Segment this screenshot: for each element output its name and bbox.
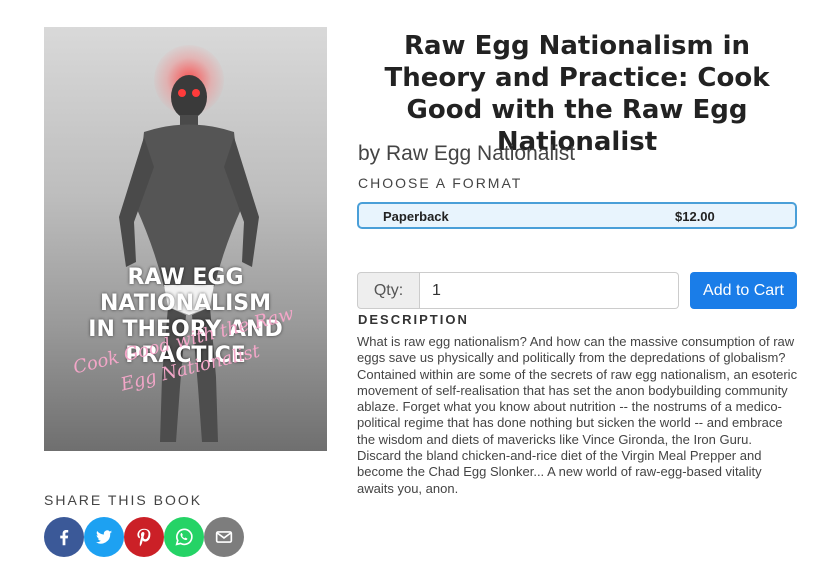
quantity-input[interactable] — [420, 272, 679, 309]
whatsapp-icon — [175, 528, 193, 546]
description-text: What is raw egg nationalism? And how can… — [357, 334, 798, 496]
email-share-button[interactable] — [204, 517, 244, 557]
facebook-icon — [60, 529, 69, 546]
pinterest-share-button[interactable] — [124, 517, 164, 557]
book-title: Raw Egg Nationalism in Theory and Practi… — [384, 31, 770, 157]
format-option-paperback[interactable]: Paperback $12.00 — [357, 202, 797, 229]
qty-label: Qty: — [357, 272, 420, 309]
facebook-share-button[interactable] — [44, 517, 84, 557]
description-label: DESCRIPTION — [358, 312, 469, 327]
format-name: Paperback — [383, 209, 449, 224]
add-to-cart-button[interactable]: Add to Cart — [690, 272, 797, 309]
book-cover-image: RAW EGG NATIONALISM IN THEORY AND PRACTI… — [44, 27, 327, 451]
twitter-share-button[interactable] — [84, 517, 124, 557]
share-buttons — [44, 517, 244, 557]
format-label: CHOOSE A FORMAT — [358, 175, 523, 191]
format-price: $12.00 — [675, 209, 715, 224]
pinterest-icon — [137, 528, 151, 547]
email-icon — [215, 531, 233, 543]
share-label: SHARE THIS BOOK — [44, 492, 203, 508]
book-author[interactable]: by Raw Egg Nationalist — [358, 142, 575, 166]
twitter-icon — [95, 530, 113, 544]
whatsapp-share-button[interactable] — [164, 517, 204, 557]
